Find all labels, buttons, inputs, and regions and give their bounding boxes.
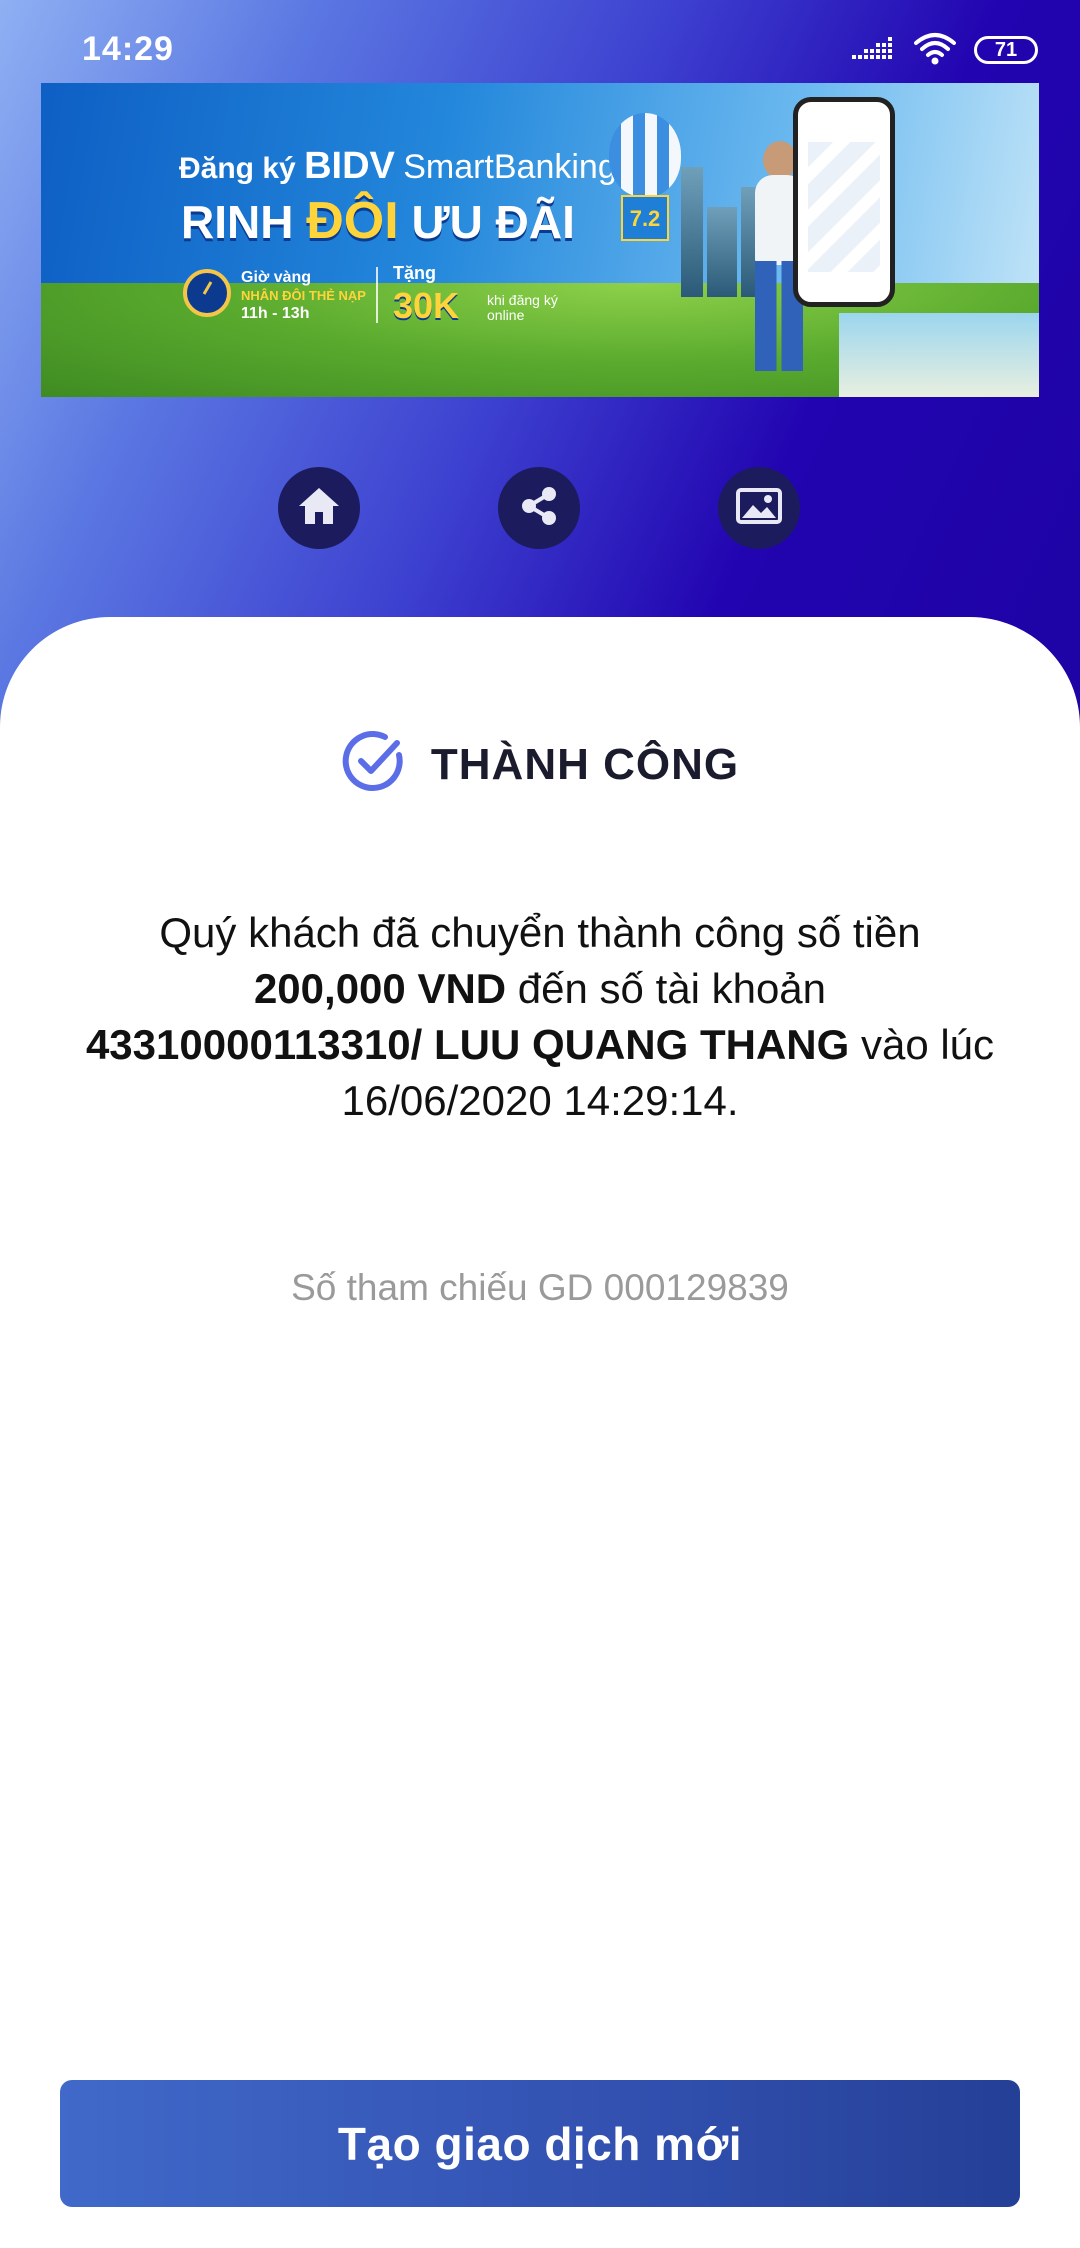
banner-online-text: online (487, 307, 525, 323)
banner-nhan-doi: NHÂN ĐÔI THẺ NẠP (241, 288, 366, 303)
message-text: đến số tài khoản (506, 965, 827, 1012)
home-icon (297, 486, 341, 531)
balloon-icon (609, 113, 681, 197)
banner-golden-hour: Giờ vàng NHÂN ĐÔI THẺ NẠP 11h - 13h (241, 269, 366, 323)
success-title: THÀNH CÔNG (430, 739, 740, 789)
home-button[interactable] (278, 467, 360, 549)
banner-divider (376, 267, 378, 323)
recipient-account: 43310000113310/ LUU QUANG THANG (85, 1021, 850, 1068)
promo-banner[interactable]: Đăng ký BIDV SmartBanking RINH ĐÔI ƯU ĐÃ… (41, 83, 1039, 397)
banner-person-head (763, 141, 797, 179)
message-text: Quý khách đã chuyển thành công số tiền (159, 909, 921, 956)
banner-slogan: RINH ĐÔI ƯU ĐÃI (181, 191, 575, 251)
banner-badge: 7.2 (621, 195, 669, 241)
banner-khi-dang-ky: khi đăng ký online (487, 293, 558, 323)
banner-slogan-b: ĐÔI (306, 192, 399, 250)
wifi-icon (914, 31, 956, 70)
banner-slogan-c: ƯU ĐÃI (398, 196, 575, 248)
signal-icon (852, 33, 896, 68)
banner-khi-dang-ky-text: khi đăng ký (487, 292, 558, 308)
banner-brand: BIDV (304, 145, 395, 187)
status-icons: 71 (852, 28, 1038, 72)
banner-amount: 30K (393, 285, 460, 326)
banner-building (681, 167, 703, 297)
phone-illustration (793, 97, 895, 307)
save-image-button[interactable] (718, 467, 800, 549)
share-button[interactable] (498, 467, 580, 549)
reference-number: Số tham chiếu GD 000129839 (291, 1267, 789, 1308)
banner-sea (839, 313, 1039, 397)
result-card: THÀNH CÔNG Quý khách đã chuyển thành côn… (0, 617, 1080, 2248)
banner-product: SmartBanking (403, 148, 617, 186)
banner-hours: 11h - 13h (241, 305, 310, 322)
share-icon (517, 484, 561, 533)
success-header: THÀNH CÔNG (0, 729, 1080, 800)
battery-icon: 71 (974, 36, 1038, 64)
banner-slogan-a: RINH (181, 196, 307, 248)
banner-gio-vang: Giờ vàng (241, 269, 312, 286)
banner-prefix: Đăng ký (179, 152, 296, 185)
status-time: 14:29 (82, 30, 174, 68)
new-transaction-button[interactable]: Tạo giao dịch mới (60, 2080, 1020, 2207)
check-circle-icon (341, 729, 407, 800)
transfer-amount: 200,000 VND (253, 965, 507, 1012)
banner-tang: Tặng (393, 263, 436, 283)
banner-building (707, 207, 737, 297)
transfer-message: Quý khách đã chuyển thành công số tiền 2… (80, 905, 1000, 1129)
clock-icon (183, 269, 231, 317)
banner-headline: Đăng ký BIDV SmartBanking (179, 145, 617, 188)
image-icon (736, 486, 782, 531)
